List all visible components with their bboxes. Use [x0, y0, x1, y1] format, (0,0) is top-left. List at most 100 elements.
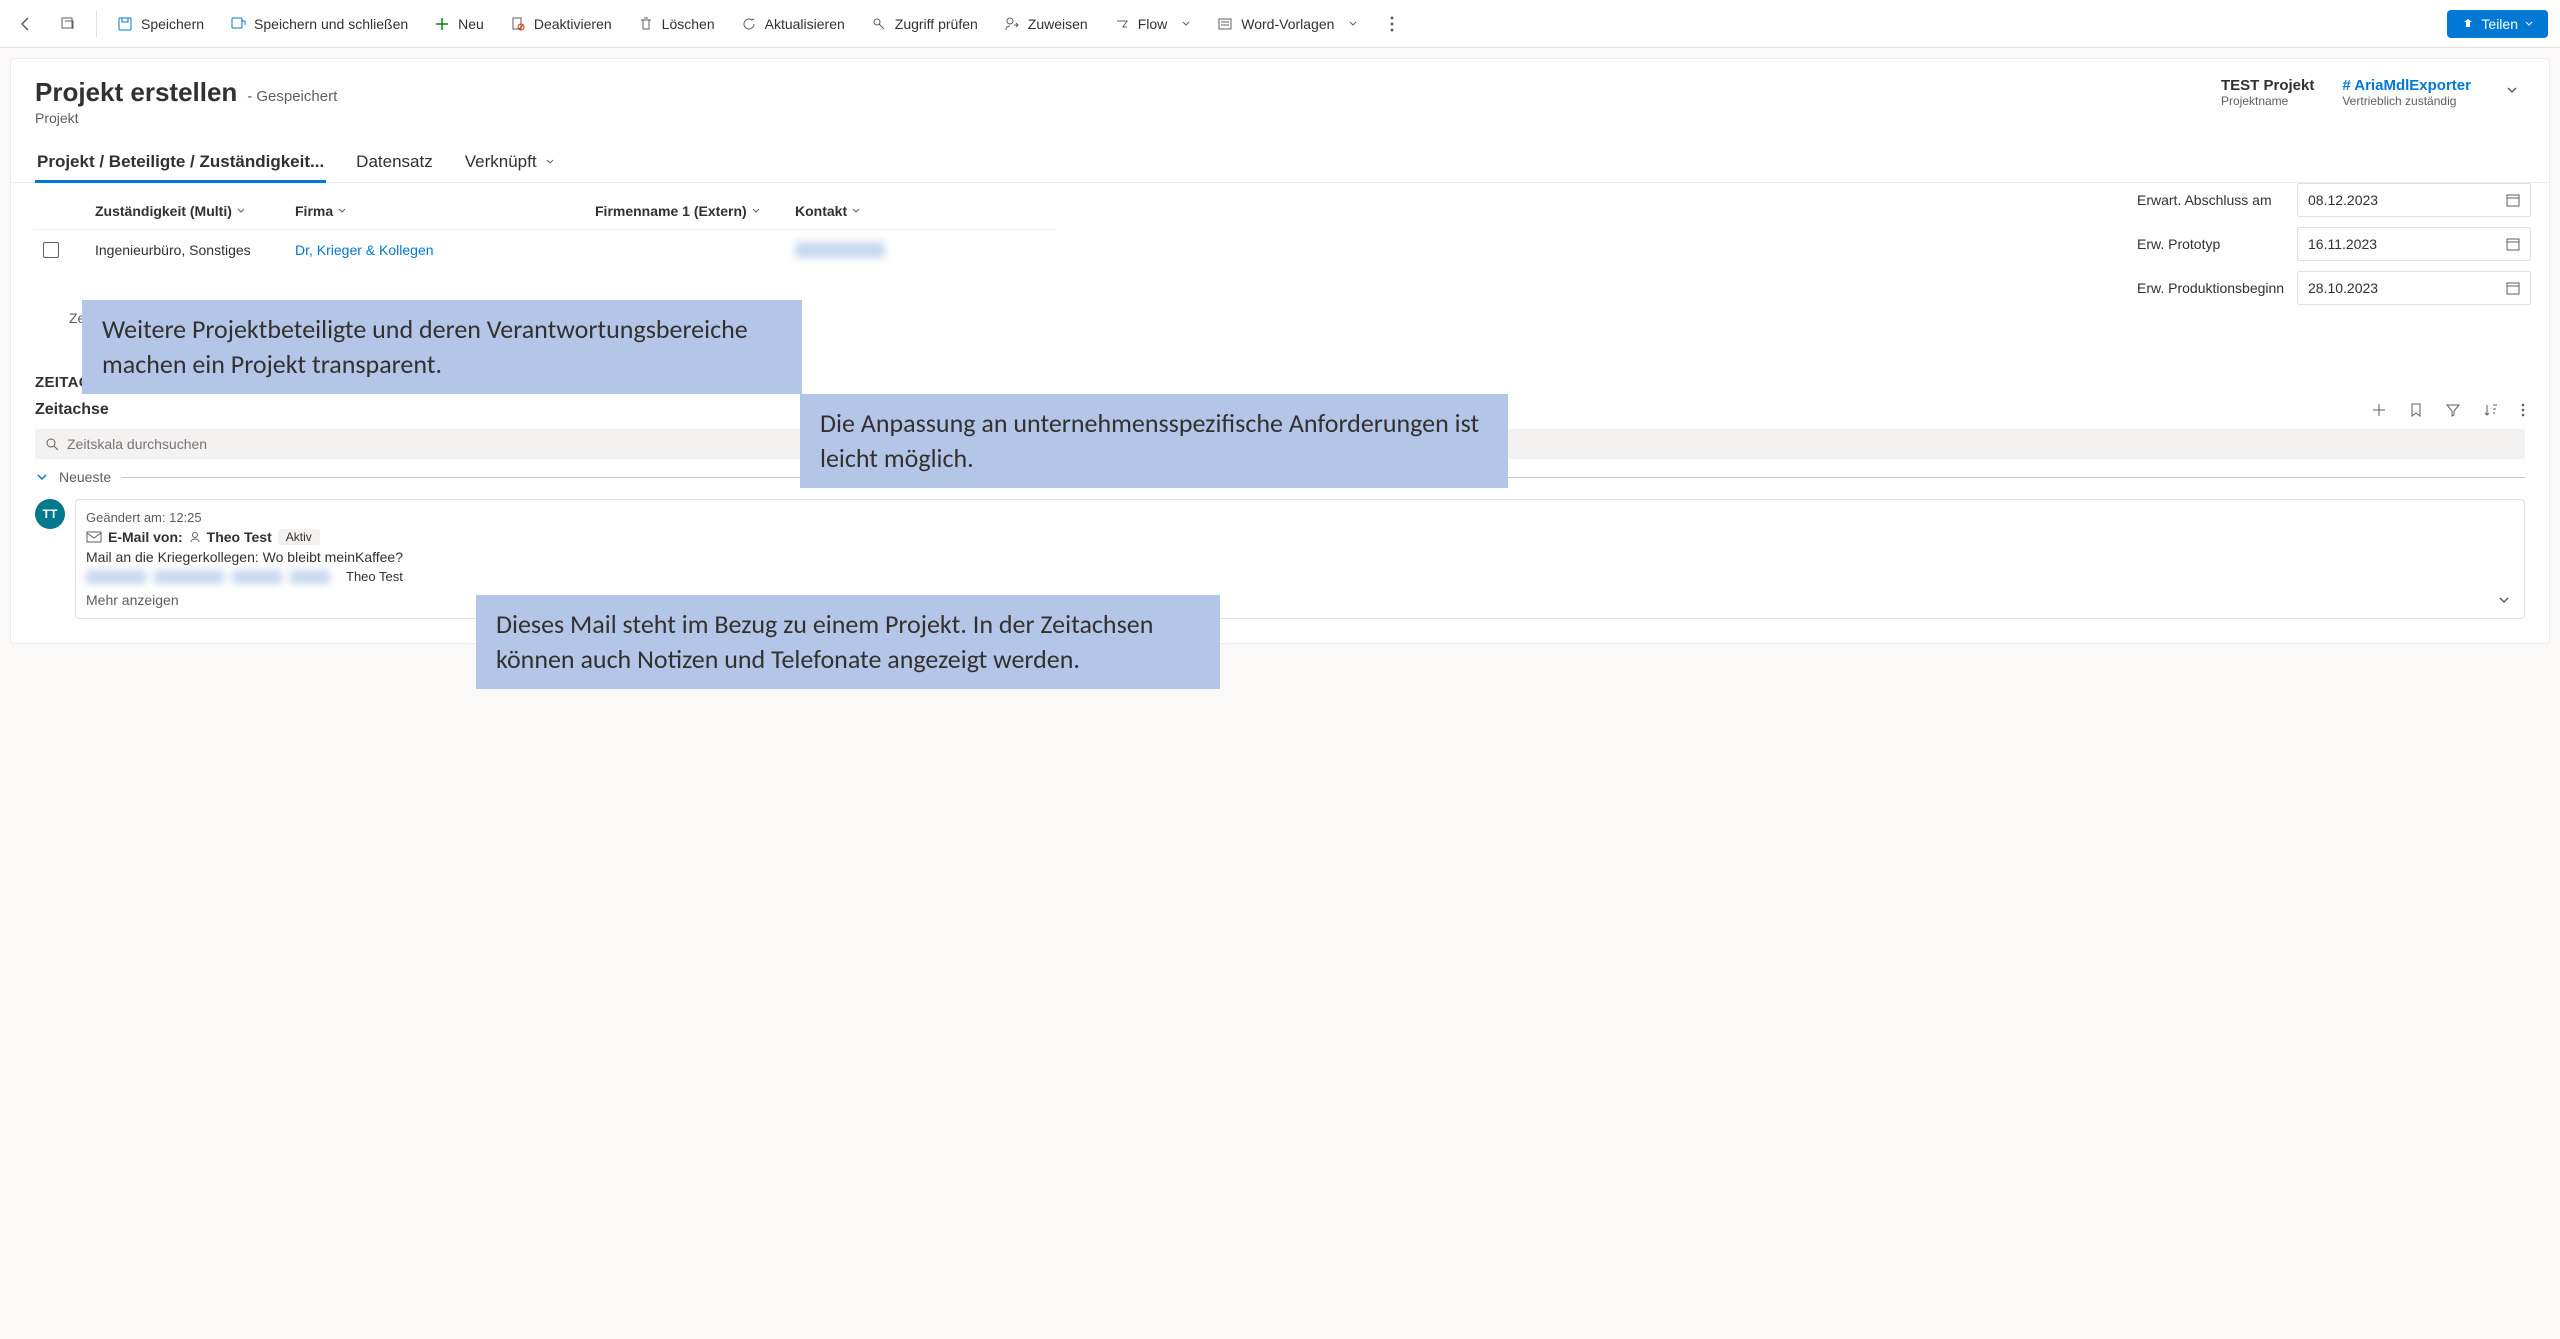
plus-icon — [434, 16, 450, 32]
annotation-callout-1: Weitere Projektbeteiligte und deren Vera… — [82, 300, 802, 394]
word-icon — [1217, 16, 1233, 32]
trash-icon — [638, 16, 654, 32]
closure-input[interactable]: 08.12.2023 — [2297, 183, 2531, 217]
header-meta: TEST Projekt Projektname # AriaMdlExport… — [2221, 77, 2525, 108]
tab-linked[interactable]: Verknüpft — [463, 142, 558, 182]
newest-label: Neueste — [59, 469, 111, 485]
tab-participants[interactable]: Projekt / Beteiligte / Zuständigkeit... — [35, 142, 326, 182]
cell-firmenname — [595, 242, 795, 258]
calendar-icon — [2506, 193, 2520, 207]
command-bar: Speichern Speichern und schließen Neu De… — [0, 0, 2560, 48]
chevron-down-icon — [1348, 19, 1358, 29]
entity-type: Projekt — [35, 110, 337, 126]
proto-label: Erw. Prototyp — [2137, 236, 2287, 252]
col-kontakt[interactable]: Kontakt — [795, 203, 975, 219]
flow-label: Flow — [1138, 16, 1168, 32]
form-tabs: Projekt / Beteiligte / Zuständigkeit... … — [11, 142, 2549, 183]
delete-button[interactable]: Löschen — [632, 11, 721, 37]
annotation-callout-3: Dieses Mail steht im Bezug zu einem Proj… — [476, 595, 1220, 689]
tab-linked-label: Verknüpft — [465, 152, 537, 171]
timeline-add[interactable] — [2371, 402, 2387, 418]
flow-icon — [1114, 16, 1130, 32]
overflow-button[interactable] — [1378, 11, 1406, 37]
calendar-icon — [2506, 281, 2520, 295]
assign-icon — [1004, 16, 1020, 32]
calendar-icon — [2506, 237, 2520, 251]
prod-value: 28.10.2023 — [2308, 280, 2378, 296]
timeline-filter[interactable] — [2445, 402, 2461, 418]
tab-dataset[interactable]: Datensatz — [354, 142, 435, 182]
email-icon — [86, 530, 102, 544]
row-checkbox[interactable] — [43, 242, 59, 258]
annotation-callout-2: Die Anpassung an unternehmensspezifische… — [800, 394, 1508, 488]
timeline-bookmark[interactable] — [2409, 402, 2423, 418]
arrow-left-icon — [18, 16, 34, 32]
timeline-sort[interactable] — [2483, 402, 2499, 418]
project-name-value: TEST Projekt — [2221, 77, 2314, 94]
sales-resp-value[interactable]: # AriaMdlExporter — [2342, 77, 2471, 94]
header-expand[interactable] — [2499, 77, 2525, 103]
page-title: Projekt erstellen — [35, 77, 237, 108]
email-sender-name: Theo Test — [346, 569, 403, 584]
proto-input[interactable]: 16.11.2023 — [2297, 227, 2531, 261]
new-button[interactable]: Neu — [428, 11, 490, 37]
assign-button[interactable]: Zuweisen — [998, 11, 1094, 37]
redacted-text — [86, 570, 146, 584]
email-from-label: E-Mail von: — [108, 529, 183, 545]
form-header: Projekt erstellen - Gespeichert Projekt … — [11, 59, 2549, 132]
cell-firma[interactable]: Dr, Krieger & Kollegen — [295, 242, 595, 258]
share-label: Teilen — [2481, 16, 2518, 32]
redacted-text — [232, 570, 282, 584]
toolbar-separator — [96, 11, 97, 37]
word-templates-button[interactable]: Word-Vorlagen — [1211, 11, 1364, 37]
timeline-more[interactable] — [2521, 402, 2525, 418]
deactivate-button[interactable]: Deaktivieren — [504, 11, 618, 37]
save-close-label: Speichern und schließen — [254, 16, 408, 32]
save-button[interactable]: Speichern — [111, 11, 210, 37]
refresh-icon — [741, 16, 757, 32]
modified-label: Geändert am: 12:25 — [86, 510, 2514, 525]
word-templates-label: Word-Vorlagen — [1241, 16, 1334, 32]
redacted-text — [290, 570, 330, 584]
save-close-icon — [230, 16, 246, 32]
popout-icon — [60, 16, 76, 32]
closure-value: 08.12.2023 — [2308, 192, 2378, 208]
redacted-text — [154, 570, 224, 584]
popout-button[interactable] — [54, 11, 82, 37]
col-zust[interactable]: Zuständigkeit (Multi) — [95, 203, 295, 219]
refresh-button[interactable]: Aktualisieren — [735, 11, 851, 37]
chevron-down-icon — [1181, 19, 1191, 29]
save-icon — [117, 16, 133, 32]
avatar: TT — [35, 499, 65, 529]
deactivate-icon — [510, 16, 526, 32]
side-fields: Erwart. Abschluss am 08.12.2023 Erw. Pro… — [2119, 183, 2549, 315]
share-button[interactable]: Teilen — [2447, 10, 2548, 38]
flow-button[interactable]: Flow — [1108, 11, 1198, 37]
grid-header: Zuständigkeit (Multi) Firma Firmenname 1… — [35, 193, 1055, 229]
save-close-button[interactable]: Speichern und schließen — [224, 11, 414, 37]
table-row[interactable]: Ingenieurbüro, Sonstiges Dr, Krieger & K… — [35, 229, 1055, 270]
save-label: Speichern — [141, 16, 204, 32]
person-icon — [189, 531, 201, 543]
chevron-down-icon[interactable] — [2496, 592, 2512, 608]
proto-value: 16.11.2023 — [2308, 236, 2377, 252]
check-access-label: Zugriff prüfen — [895, 16, 978, 32]
deactivate-label: Deaktivieren — [534, 16, 612, 32]
timeline-card[interactable]: Geändert am: 12:25 E-Mail von: Theo Test… — [75, 499, 2525, 619]
timeline-label: Zeitachse — [35, 401, 109, 419]
col-firma[interactable]: Firma — [295, 203, 595, 219]
cell-zust: Ingenieurbüro, Sonstiges — [95, 242, 295, 258]
col-firmenname[interactable]: Firmenname 1 (Extern) — [595, 203, 795, 219]
prod-input[interactable]: 28.10.2023 — [2297, 271, 2531, 305]
save-state: - Gespeichert — [247, 88, 337, 105]
prod-label: Erw. Produktionsbeginn — [2137, 280, 2287, 296]
email-subject: Mail an die Kriegerkollegen: Wo bleibt m… — [86, 549, 2514, 565]
email-sender: Theo Test — [207, 529, 272, 545]
check-access-button[interactable]: Zugriff prüfen — [865, 11, 984, 37]
closure-label: Erwart. Abschluss am — [2137, 192, 2287, 208]
chevron-down-icon[interactable] — [35, 470, 49, 484]
sales-resp-label: Vertrieblich zuständig — [2342, 94, 2471, 108]
show-more-link[interactable]: Mehr anzeigen — [86, 592, 2514, 608]
back-button[interactable] — [12, 11, 40, 37]
key-icon — [871, 16, 887, 32]
